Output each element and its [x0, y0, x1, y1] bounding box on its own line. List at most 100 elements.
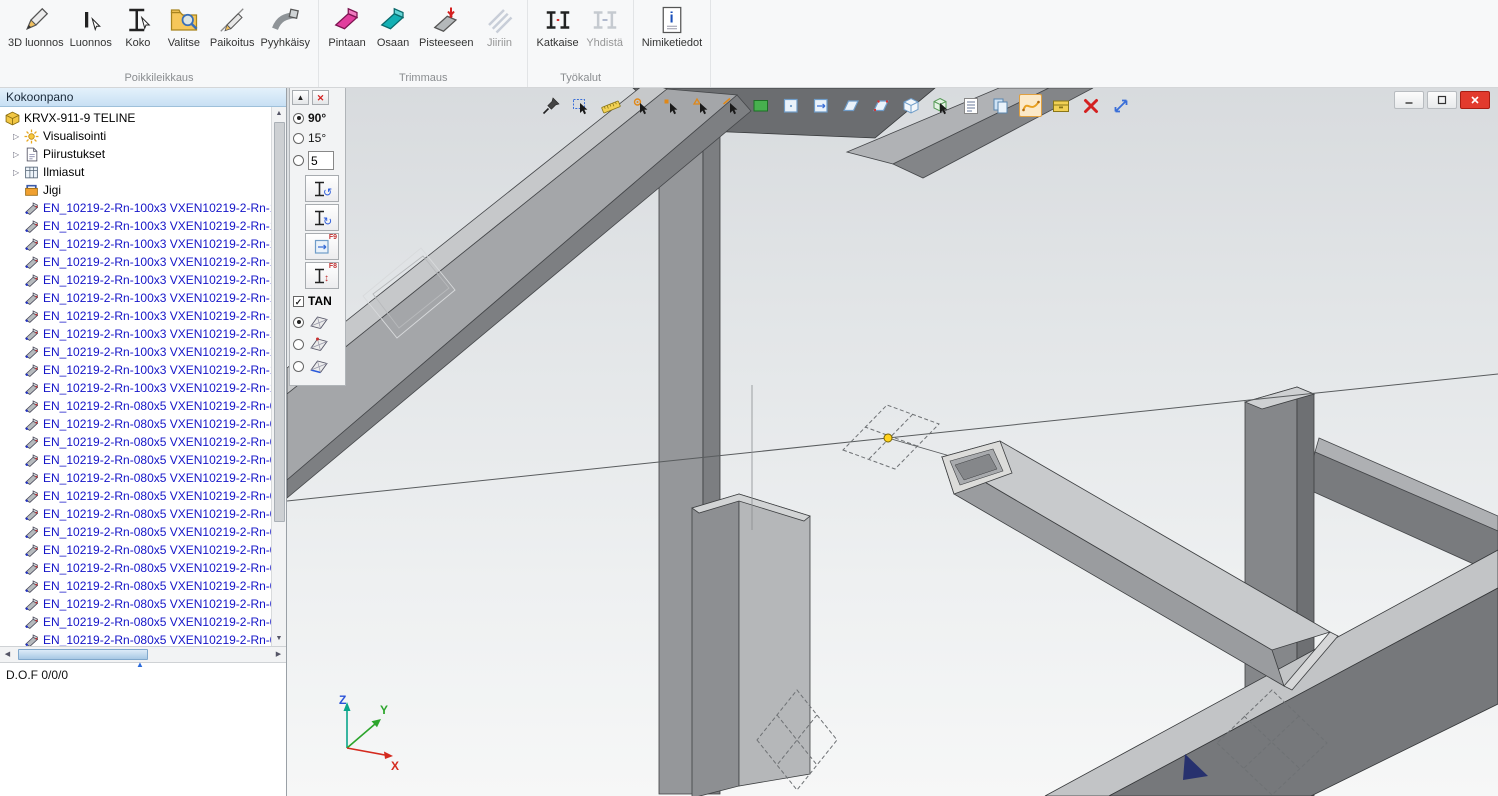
scroll-thumb-horizontal[interactable]	[18, 649, 148, 660]
tree-item-3-ilmiasut[interactable]: ▷Ilmiasut	[0, 163, 271, 181]
list-button[interactable]	[959, 94, 982, 117]
tree-item-19-en-10219-2-rn-080x5-vxen10219-[interactable]: EN_10219-2-Rn-080x5 VXEN10219-2-Rn-0	[0, 451, 271, 469]
delete-button[interactable]	[1079, 94, 1102, 117]
scroll-down-icon[interactable]: ▼	[272, 632, 287, 646]
tree-item-25-en-10219-2-rn-080x5-vxen10219-[interactable]: EN_10219-2-Rn-080x5 VXEN10219-2-Rn-0	[0, 559, 271, 577]
tan-option[interactable]: ✓ TAN	[292, 291, 343, 311]
tree-item-8-en-10219-2-rn-100x3-vxen10219-[interactable]: EN_10219-2-Rn-100x3 VXEN10219-2-Rn-1	[0, 253, 271, 271]
plane-3pt-button[interactable]	[869, 94, 892, 117]
ribbon-button-katkaise[interactable]: Katkaise	[533, 2, 581, 49]
tree-vertical-scrollbar[interactable]: ▲ ▼	[271, 107, 286, 646]
scroll-up-icon[interactable]: ▲	[272, 107, 287, 121]
radio-icon[interactable]	[293, 133, 304, 144]
tree-item-16-en-10219-2-rn-080x5-vxen10219-[interactable]: EN_10219-2-Rn-080x5 VXEN10219-2-Rn-0	[0, 397, 271, 415]
drawer-button[interactable]	[1049, 94, 1072, 117]
angle-option-90[interactable]: 90°	[292, 108, 343, 128]
minimize-button[interactable]	[1394, 91, 1424, 109]
ribbon-button-pintaan[interactable]: Pintaan	[324, 2, 370, 49]
copy-button[interactable]	[989, 94, 1012, 117]
profile-option-3[interactable]	[292, 355, 343, 377]
tree-item-11-en-10219-2-rn-100x3-vxen10219-[interactable]: EN_10219-2-Rn-100x3 VXEN10219-2-Rn-1	[0, 307, 271, 325]
tree-item-2-piirustukset[interactable]: ▷Piirustukset	[0, 145, 271, 163]
zoom-region-button[interactable]	[569, 94, 592, 117]
tree-item-28-en-10219-2-rn-080x5-vxen10219-[interactable]: EN_10219-2-Rn-080x5 VXEN10219-2-Rn-0	[0, 613, 271, 631]
plane-flip-button[interactable]	[809, 94, 832, 117]
tree-item-12-en-10219-2-rn-100x3-vxen10219-[interactable]: EN_10219-2-Rn-100x3 VXEN10219-2-Rn-1	[0, 325, 271, 343]
expander-icon[interactable]: ▷	[13, 168, 24, 177]
tree-item-6-en-10219-2-rn-100x3-vxen10219-[interactable]: EN_10219-2-Rn-100x3 VXEN10219-2-Rn-1	[0, 217, 271, 235]
sketch-curve-button[interactable]	[1019, 94, 1042, 117]
snap-center-button[interactable]	[629, 94, 652, 117]
snap-edge-button[interactable]	[719, 94, 742, 117]
close-button[interactable]	[1460, 91, 1490, 109]
ribbon-button-pisteeseen[interactable]: Pisteeseen	[416, 2, 476, 49]
tree-item-4-jigi[interactable]: Jigi	[0, 181, 271, 199]
tree-item-14-en-10219-2-rn-100x3-vxen10219-[interactable]: EN_10219-2-Rn-100x3 VXEN10219-2-Rn-1	[0, 361, 271, 379]
maximize-button[interactable]	[1427, 91, 1457, 109]
measure-button[interactable]	[599, 94, 622, 117]
tan-checkbox-icon[interactable]: ✓	[293, 296, 304, 307]
angle-option-15[interactable]: 15°	[292, 128, 343, 148]
ribbon-button-valitse[interactable]: Valitse	[161, 2, 207, 49]
splitter-handle-icon[interactable]: ▲	[136, 661, 144, 669]
flip-plane-f8-button[interactable]: ↕F8	[305, 262, 339, 289]
tree-item-10-en-10219-2-rn-100x3-vxen10219-[interactable]: EN_10219-2-Rn-100x3 VXEN10219-2-Rn-1	[0, 289, 271, 307]
rotate-plane-cw-button[interactable]: ↻	[305, 204, 339, 231]
tree-item-24-en-10219-2-rn-080x5-vxen10219-[interactable]: EN_10219-2-Rn-080x5 VXEN10219-2-Rn-0	[0, 541, 271, 559]
radio-icon[interactable]	[293, 113, 304, 124]
angle-option-custom[interactable]	[292, 148, 343, 173]
rotate-plane-ccw-button[interactable]: ↺	[305, 175, 339, 202]
scroll-track-horizontal[interactable]	[148, 647, 271, 662]
ribbon-button-pyyhk-isy[interactable]: Pyyhkäisy	[258, 2, 314, 49]
profile-option-1[interactable]	[292, 311, 343, 333]
radio-icon[interactable]	[293, 317, 304, 328]
snap-cursor-button[interactable]	[659, 94, 682, 117]
pin-button[interactable]	[539, 94, 562, 117]
scroll-left-icon[interactable]: ◀	[0, 648, 15, 662]
tree-item-0-krvx-911-9-teline[interactable]: KRVX-911-9 TELINE	[0, 109, 271, 127]
tree-item-27-en-10219-2-rn-080x5-vxen10219-[interactable]: EN_10219-2-Rn-080x5 VXEN10219-2-Rn-0	[0, 595, 271, 613]
green-face-button[interactable]	[749, 94, 772, 117]
expander-icon[interactable]: ▷	[13, 132, 24, 141]
tree-item-23-en-10219-2-rn-080x5-vxen10219-[interactable]: EN_10219-2-Rn-080x5 VXEN10219-2-Rn-0	[0, 523, 271, 541]
ribbon-button-paikoitus[interactable]: Paikoitus	[207, 2, 258, 49]
ribbon-button-osaan[interactable]: Osaan	[370, 2, 416, 49]
profile-option-2[interactable]	[292, 333, 343, 355]
tree-item-15-en-10219-2-rn-100x3-vxen10219-[interactable]: EN_10219-2-Rn-100x3 VXEN10219-2-Rn-1	[0, 379, 271, 397]
tree-item-29-en-10219-2-rn-080x5-vxen10219-[interactable]: EN_10219-2-Rn-080x5 VXEN10219-2-Rn-0	[0, 631, 271, 646]
tree-item-18-en-10219-2-rn-080x5-vxen10219-[interactable]: EN_10219-2-Rn-080x5 VXEN10219-2-Rn-0	[0, 433, 271, 451]
beam-channel-center[interactable]	[692, 494, 810, 796]
tree-item-21-en-10219-2-rn-080x5-vxen10219-[interactable]: EN_10219-2-Rn-080x5 VXEN10219-2-Rn-0	[0, 487, 271, 505]
radio-icon[interactable]	[293, 339, 304, 350]
tree-item-5-en-10219-2-rn-100x3-vxen10219-[interactable]: EN_10219-2-Rn-100x3 VXEN10219-2-Rn-1	[0, 199, 271, 217]
flip-plane-f9-button[interactable]: F9	[305, 233, 339, 260]
tree-item-9-en-10219-2-rn-100x3-vxen10219-[interactable]: EN_10219-2-Rn-100x3 VXEN10219-2-Rn-1	[0, 271, 271, 289]
snap-point-marker[interactable]	[884, 434, 892, 442]
tree-item-20-en-10219-2-rn-080x5-vxen10219-[interactable]: EN_10219-2-Rn-080x5 VXEN10219-2-Rn-0	[0, 469, 271, 487]
ribbon-button-nimiketiedot[interactable]: iNimiketiedot	[639, 2, 706, 49]
box-3d-button[interactable]	[899, 94, 922, 117]
tree-item-1-visualisointi[interactable]: ▷Visualisointi	[0, 127, 271, 145]
plane-offset-button[interactable]	[839, 94, 862, 117]
scroll-right-icon[interactable]: ▶	[271, 648, 286, 662]
radio-icon[interactable]	[293, 361, 304, 372]
custom-angle-input[interactable]	[308, 151, 334, 170]
expander-icon[interactable]: ▷	[13, 150, 24, 159]
tree-item-13-en-10219-2-rn-100x3-vxen10219-[interactable]: EN_10219-2-Rn-100x3 VXEN10219-2-Rn-1	[0, 343, 271, 361]
tree-item-22-en-10219-2-rn-080x5-vxen10219-[interactable]: EN_10219-2-Rn-080x5 VXEN10219-2-Rn-0	[0, 505, 271, 523]
box-select-button[interactable]	[929, 94, 952, 117]
ribbon-button-luonnos[interactable]: ILuonnos	[67, 2, 115, 49]
radio-icon[interactable]	[293, 155, 304, 166]
snap-m极id-button[interactable]	[689, 94, 712, 117]
tree-item-26-en-10219-2-rn-080x5-vxen10219-[interactable]: EN_10219-2-Rn-080x5 VXEN10219-2-Rn-0	[0, 577, 271, 595]
tree-item-7-en-10219-2-rn-100x3-vxen10219-[interactable]: EN_10219-2-Rn-100x3 VXEN10219-2-Rn-1	[0, 235, 271, 253]
viewport-3d[interactable]: Z Y X ▲ ✕ 90°15° ↺↻F9↕F8 ✓	[287, 88, 1498, 796]
beam-diagonal-far-right[interactable]	[1305, 438, 1498, 575]
scroll-thumb-vertical[interactable]	[274, 122, 285, 522]
ribbon-button-3d-luonnos[interactable]: 3D luonnos	[5, 2, 67, 49]
panel-collapse-button[interactable]: ▲	[292, 90, 309, 105]
panel-close-button[interactable]: ✕	[312, 90, 329, 105]
plane-button[interactable]	[779, 94, 802, 117]
ribbon-button-koko[interactable]: Koko	[115, 2, 161, 49]
move-button[interactable]	[1109, 94, 1132, 117]
